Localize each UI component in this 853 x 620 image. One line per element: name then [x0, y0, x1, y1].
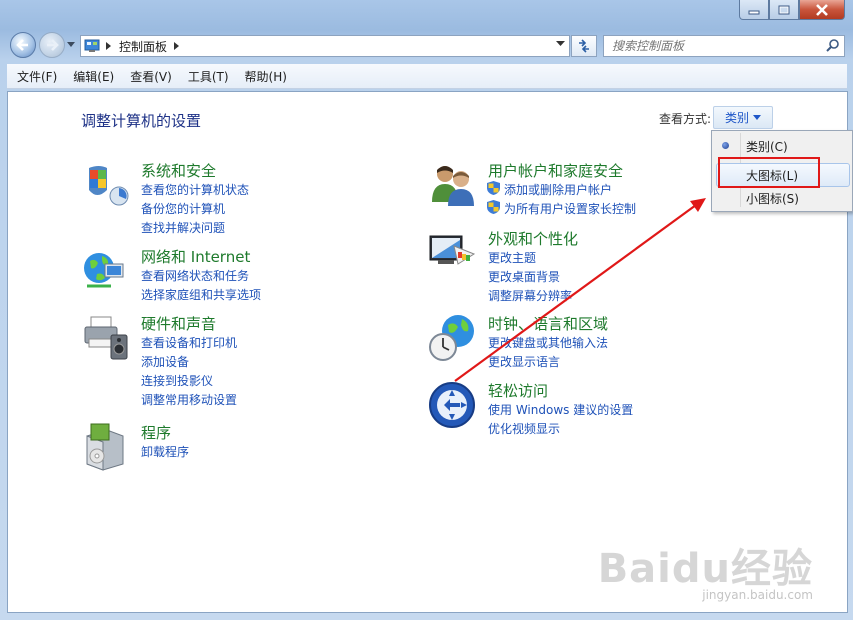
watermark-brand: Baidu经验 [597, 546, 813, 592]
annotation-arrow [454, 198, 706, 382]
watermark: Baidu经验 jingyan.baidu.com [598, 536, 813, 602]
